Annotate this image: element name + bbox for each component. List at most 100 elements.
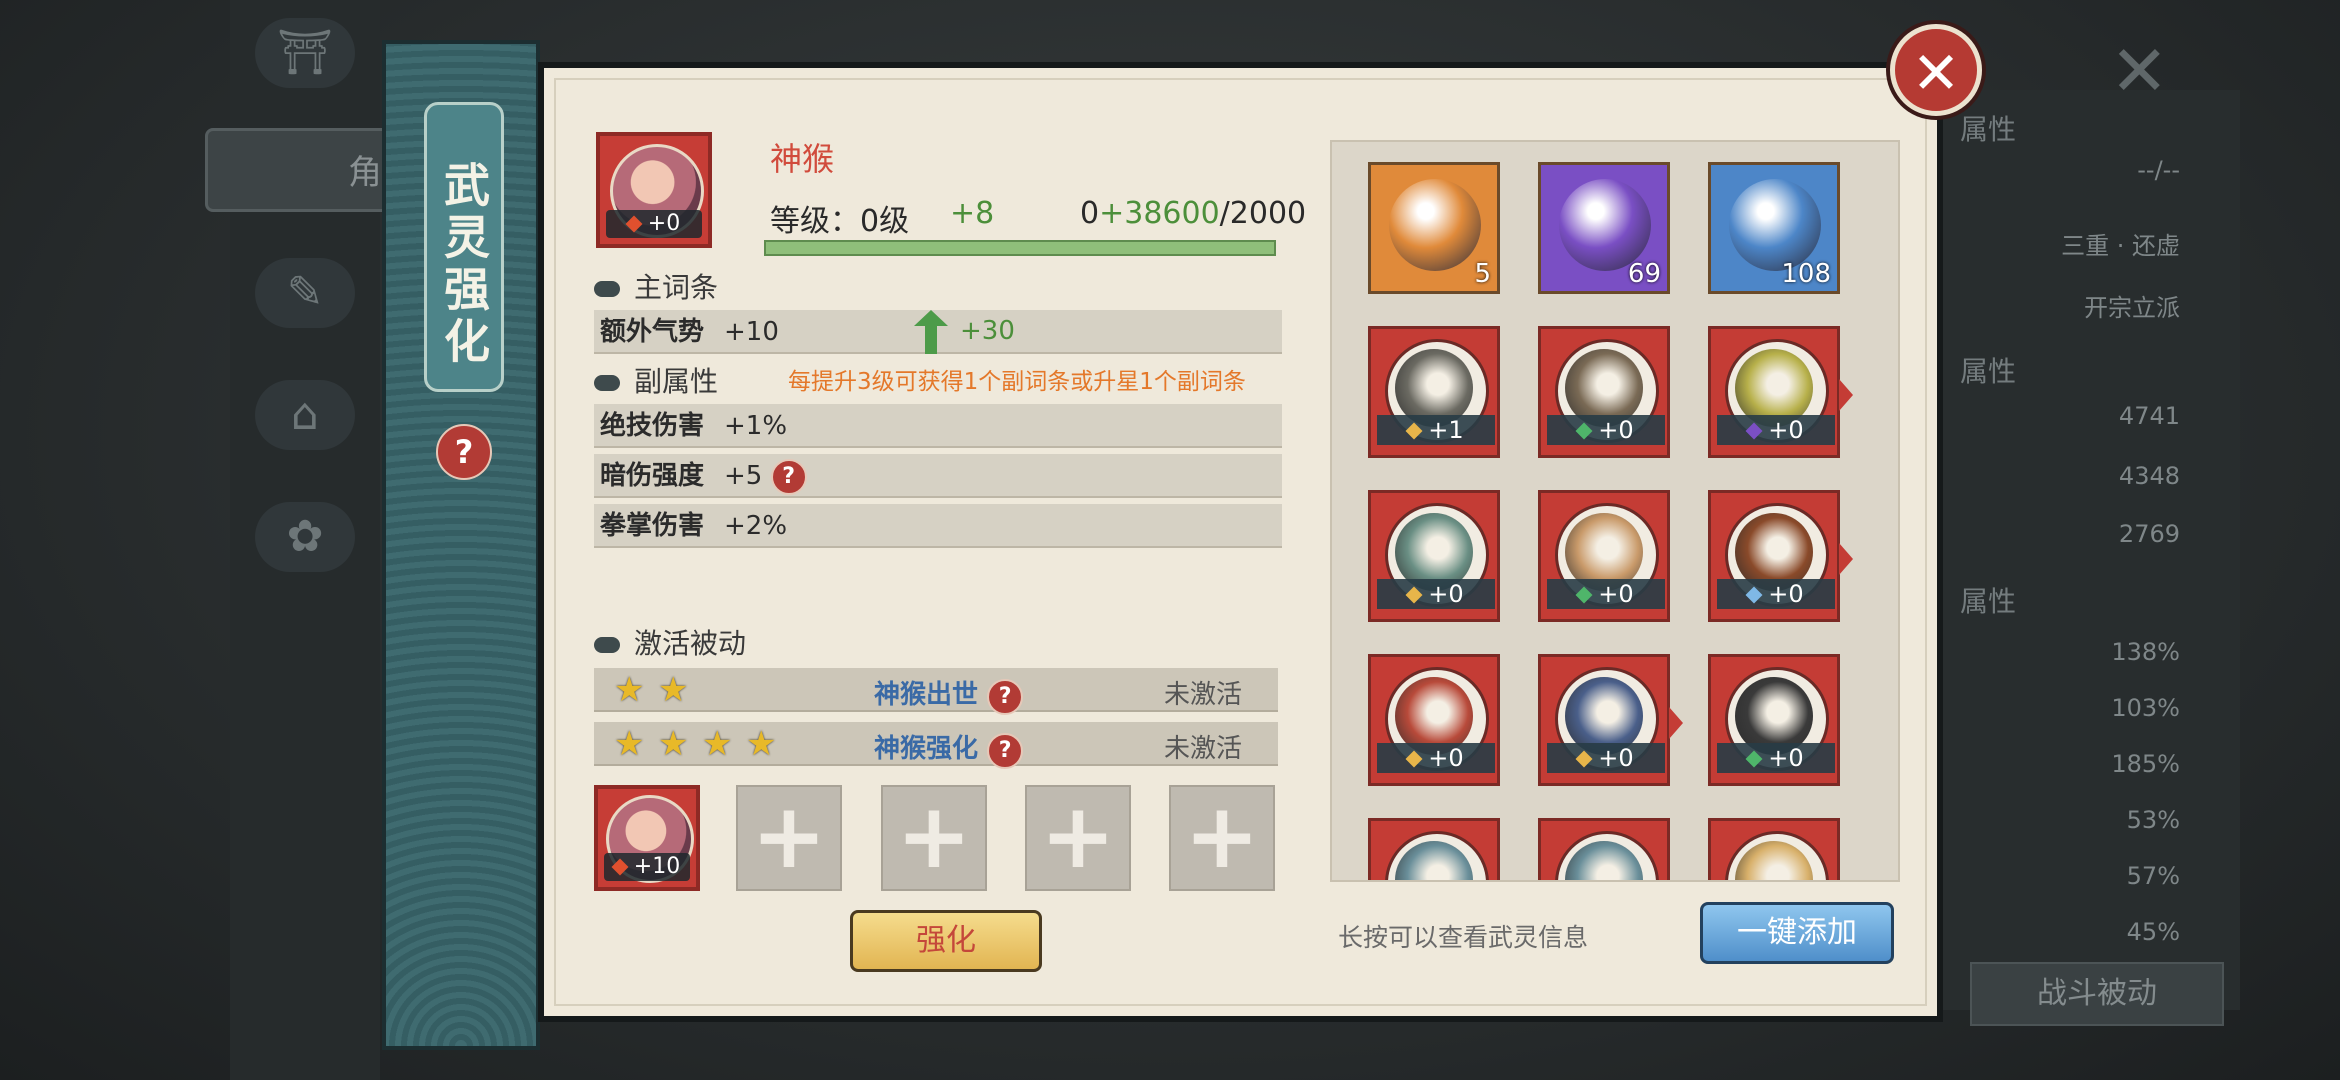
banner-help-button[interactable]: ?: [436, 424, 492, 480]
spirit-item[interactable]: +0: [1538, 654, 1683, 786]
background-header: 属性: [1960, 585, 2017, 618]
material-slot-empty[interactable]: +: [1169, 785, 1275, 891]
hero-level: 等级：0级: [770, 204, 910, 239]
spirit-item[interactable]: [1368, 818, 1500, 880]
spirit-item[interactable]: [1538, 818, 1670, 880]
arrow-right-icon: [1839, 379, 1853, 411]
material-slot-empty[interactable]: +: [736, 785, 842, 891]
purple-orb-icon: [1559, 179, 1651, 271]
material-count: 108: [1781, 259, 1831, 289]
spirit-badge: +0: [1768, 580, 1804, 608]
pavilion-icon: ⛩: [255, 18, 355, 88]
exp-base: 0: [1080, 196, 1100, 231]
hero-level-plus: +8: [950, 196, 995, 231]
spirit-item[interactable]: [1708, 818, 1840, 880]
spirit-badge: +0: [1428, 580, 1464, 608]
material-count: 69: [1627, 259, 1661, 289]
scroll-icon: [594, 637, 620, 653]
exp-gain: +38600: [1099, 196, 1220, 231]
main-affix-header: 主词条: [594, 266, 718, 306]
background-battle-passive: 战斗被动: [1970, 962, 2224, 1026]
hero-card[interactable]: +0: [596, 132, 712, 248]
blue-orb-icon: [1729, 179, 1821, 271]
sub-affix-row: 拳掌伤害 +2%: [594, 504, 1282, 548]
gold-ring-icon: [1389, 179, 1481, 271]
material-slot-filled[interactable]: +10: [594, 785, 700, 891]
spirit-badge: +0: [1768, 416, 1804, 444]
background-stat: 4348: [2118, 462, 2180, 490]
sub-affix-header: 副属性: [594, 360, 718, 400]
passive-row: ★ ★ ★ ★ 神猴强化 ? 未激活: [594, 722, 1278, 769]
star-icon: ★: [746, 724, 777, 764]
background-stat: 2769: [2118, 520, 2180, 548]
spirit-item[interactable]: +0: [1368, 490, 1500, 622]
background-stat: --/--: [2137, 156, 2180, 184]
background-stat: 开宗立派: [2084, 294, 2180, 322]
spirit-item[interactable]: +0: [1708, 326, 1853, 458]
help-icon[interactable]: ?: [987, 679, 1024, 715]
gem-icon: [1575, 586, 1593, 604]
star-icon: ★: [614, 670, 645, 710]
enhance-button[interactable]: 强化: [850, 910, 1042, 972]
help-icon[interactable]: ?: [770, 458, 807, 495]
spirit-badge: +0: [1598, 744, 1634, 772]
background-stat: 103%: [2111, 694, 2180, 722]
hero-exp: 0+38600/2000: [1080, 196, 1306, 231]
arrow-right-icon: [1839, 543, 1853, 575]
background-stat: 57%: [2126, 862, 2180, 890]
gem-icon: [1745, 422, 1763, 440]
spirit-badge: +0: [1768, 744, 1804, 772]
sub-affix-note: 每提升3级可获得1个副词条或升星1个副词条: [788, 369, 1246, 395]
star-icon: ★: [658, 724, 689, 764]
material-count: 5: [1474, 259, 1491, 289]
hero-name: 神猴: [770, 140, 835, 178]
beast-icon: ✿: [255, 502, 355, 572]
background-stat: 45%: [2126, 918, 2180, 946]
spirit-item[interactable]: +0: [1538, 326, 1670, 458]
spirit-badge: +0: [1598, 416, 1634, 444]
star-icon: ★: [614, 724, 645, 764]
material-item[interactable]: 5: [1368, 162, 1500, 294]
spirit-item[interactable]: +1: [1368, 326, 1500, 458]
background-stat: 138%: [2111, 638, 2180, 666]
material-item[interactable]: 69: [1538, 162, 1670, 294]
passive-header: 激活被动: [594, 622, 746, 662]
background-stat: 4741: [2118, 402, 2180, 430]
passive-status: 未激活: [1164, 680, 1243, 710]
background-stat: 185%: [2111, 750, 2180, 778]
arrow-right-icon: [1669, 707, 1683, 739]
spirit-item[interactable]: +0: [1538, 490, 1670, 622]
spirit-inventory-grid[interactable]: 5 69 108 +1 +0 +0 +0 +0 +0 +0 +0 +0: [1330, 140, 1900, 882]
background-stat: 三重 · 还虚: [2061, 232, 2180, 260]
main-affix-name: 额外气势: [600, 317, 705, 347]
gem-icon: [625, 215, 643, 233]
hero-badge: +0: [647, 211, 681, 236]
passive-name: 神猴出世 ?: [874, 674, 1024, 715]
spirit-badge: +0: [1428, 744, 1464, 772]
help-icon[interactable]: ?: [987, 733, 1024, 769]
background-close-icon: ✕: [2110, 30, 2169, 112]
gem-icon: [611, 858, 629, 876]
gem-icon: [1405, 586, 1423, 604]
spirit-item[interactable]: +0: [1368, 654, 1500, 786]
main-affix-increase: +30: [960, 316, 1015, 346]
passive-name: 神猴强化 ?: [874, 728, 1024, 769]
gem-icon: [1405, 750, 1423, 768]
sub-affix-row: 绝技伤害 +1%: [594, 404, 1282, 448]
passive-status: 未激活: [1164, 734, 1243, 764]
gem-icon: [1575, 750, 1593, 768]
feather-icon: ✎: [255, 258, 355, 328]
spirit-item[interactable]: +0: [1708, 654, 1840, 786]
material-slot-empty[interactable]: +: [1025, 785, 1131, 891]
material-item[interactable]: 108: [1708, 162, 1840, 294]
material-slot-empty[interactable]: +: [881, 785, 987, 891]
close-button[interactable]: ✕: [1890, 24, 1982, 116]
gem-icon: [1745, 750, 1763, 768]
add-all-button[interactable]: 一键添加: [1700, 902, 1894, 964]
spirit-item[interactable]: +0: [1708, 490, 1853, 622]
scroll-icon: [594, 281, 620, 297]
gem-icon: [1575, 422, 1593, 440]
gem-icon: [1745, 586, 1763, 604]
sub-affix-row: 暗伤强度 +5 ?: [594, 454, 1282, 498]
background-header: 属性: [1960, 355, 2017, 388]
